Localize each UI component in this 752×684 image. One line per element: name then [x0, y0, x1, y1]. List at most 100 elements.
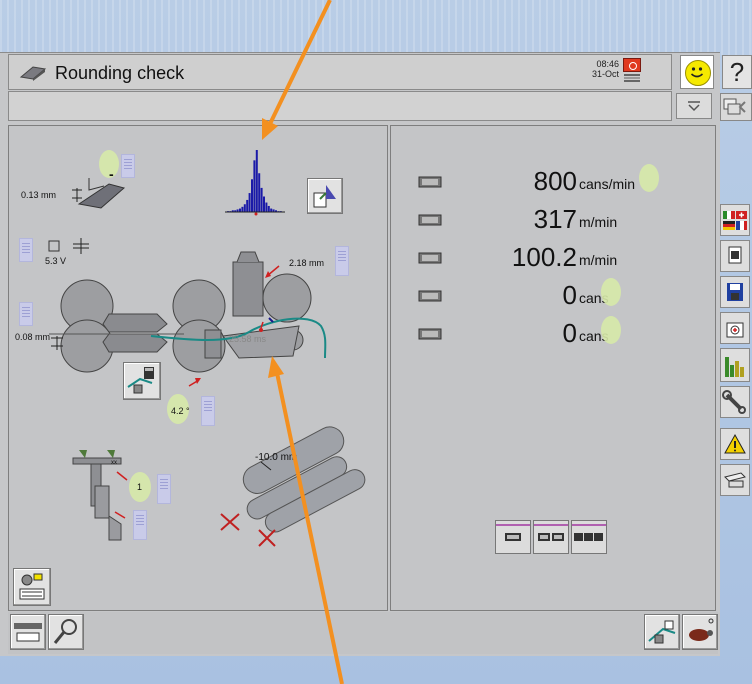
turtle-icon	[689, 618, 714, 641]
wrench-icon	[722, 390, 746, 414]
histogram-bar	[258, 173, 261, 212]
single-can-icon	[417, 326, 443, 347]
machine-lock-button[interactable]	[644, 614, 680, 650]
lever-value: 1	[137, 482, 143, 492]
tools-button[interactable]	[720, 386, 750, 418]
doc-icon[interactable]	[19, 238, 33, 262]
single-can-view-button[interactable]	[495, 520, 531, 554]
doc-icon[interactable]	[133, 510, 147, 540]
histogram-bar	[253, 160, 256, 212]
screen-switch-button[interactable]	[720, 93, 752, 121]
alarm-list-icon	[624, 74, 640, 82]
help-button[interactable]: ?	[722, 55, 752, 89]
histogram-bar	[248, 193, 251, 212]
voltage-value: 5.3 V	[45, 256, 67, 266]
value-number: 0	[562, 318, 577, 348]
histogram-bar	[239, 208, 241, 212]
gap-value: 2.18 mm	[289, 258, 325, 268]
can-line-icon	[14, 623, 42, 642]
distance-value: -10.0 mm	[255, 452, 298, 463]
histogram-bar	[270, 208, 273, 212]
lever-tag: xx	[111, 460, 117, 466]
histogram-bar	[255, 150, 258, 212]
histogram-detail-button[interactable]	[307, 178, 343, 214]
alarm-red-icon	[623, 58, 641, 72]
value-row: 100.2 m/min	[391, 242, 717, 276]
histogram-bar	[243, 204, 246, 212]
roll-speed-icon	[417, 250, 443, 271]
value-row: 317 m/min	[391, 204, 717, 238]
operator-settings-icon	[19, 573, 45, 600]
save-button[interactable]	[720, 276, 750, 308]
machine-diagram-panel: - 0.13 mm 5.3 V 0.08 mm 2.18 mm 25.58 ms…	[8, 125, 388, 611]
histogram-bar	[265, 202, 268, 212]
warning-button[interactable]	[720, 428, 750, 460]
bar-chart-icon	[725, 357, 744, 377]
time-text: 08:46	[596, 59, 619, 69]
lock-icon	[648, 620, 676, 644]
warning-icon	[724, 433, 746, 454]
status-glow	[601, 278, 621, 306]
histogram-bar	[263, 196, 265, 212]
date-text: 31-Oct	[591, 69, 619, 79]
can-rate-icon	[417, 174, 443, 195]
doc-icon[interactable]	[157, 474, 171, 504]
language-button[interactable]	[720, 204, 750, 236]
clock: 08:46 31-Oct	[592, 59, 619, 79]
doc-icon[interactable]	[201, 396, 215, 426]
print-button[interactable]	[720, 464, 750, 496]
value-row: 0 cans	[391, 280, 717, 314]
value-unit: cans/min	[579, 176, 636, 192]
help-label: ?	[729, 57, 745, 87]
first-aid-button[interactable]	[720, 312, 750, 344]
magnifier-icon	[53, 619, 77, 644]
histogram-bar	[246, 199, 249, 212]
multi-can-view-button[interactable]	[571, 520, 607, 554]
value-number: 100.2	[511, 242, 577, 272]
minus-label: -	[109, 166, 114, 182]
status-glow	[639, 164, 659, 192]
bottom-toolbar	[8, 612, 718, 654]
can-count-icon	[417, 288, 443, 309]
calculator-button[interactable]	[123, 362, 161, 400]
value-unit: m/min	[579, 214, 618, 230]
document-button[interactable]	[720, 240, 750, 272]
status-smiley-button[interactable]	[680, 55, 714, 89]
doc-icon[interactable]	[335, 246, 349, 276]
windows-icon	[723, 98, 746, 115]
histogram-export-icon	[313, 185, 336, 208]
desktop-background	[0, 0, 752, 55]
printer-icon	[724, 472, 746, 488]
doc-icon[interactable]	[121, 154, 135, 178]
offset-mid-value: 0.08 mm	[15, 332, 51, 342]
expand-messages-button[interactable]	[676, 93, 712, 119]
document-icon	[728, 246, 742, 264]
histogram-bar	[241, 206, 244, 212]
message-bar	[8, 91, 672, 121]
value-row: 800 cans/min	[391, 166, 717, 200]
chevron-down-icon	[688, 101, 700, 112]
histogram-center-marker	[254, 212, 258, 216]
first-aid-kit-icon	[726, 322, 744, 338]
value-row: 0 cans	[391, 318, 717, 352]
angle-value: 4.2 °	[171, 406, 190, 416]
histogram-bar	[260, 187, 263, 212]
bar-time-value: 25.58 ms	[229, 334, 267, 344]
production-values-panel: 800 cans/min 317 m/min 100.2 m/min 0 cans 0 cans	[390, 125, 716, 611]
floppy-disk-icon	[727, 283, 743, 301]
calculator-icon	[127, 367, 154, 394]
magnifier-button[interactable]	[48, 614, 84, 650]
slow-mode-button[interactable]	[682, 614, 718, 650]
page-title: Rounding check	[55, 63, 185, 83]
two-can-view-button[interactable]	[533, 520, 569, 554]
alarm-indicator[interactable]	[623, 58, 641, 84]
value-unit: m/min	[579, 252, 618, 268]
operator-setup-button[interactable]	[13, 568, 51, 606]
doc-icon[interactable]	[19, 302, 33, 326]
flags-icon	[723, 211, 747, 230]
offset-top-value: 0.13 mm	[21, 190, 57, 200]
value-number: 317	[533, 204, 577, 234]
can-line-button[interactable]	[10, 614, 46, 650]
blank-icon	[19, 65, 47, 86]
statistics-button[interactable]	[720, 348, 750, 382]
